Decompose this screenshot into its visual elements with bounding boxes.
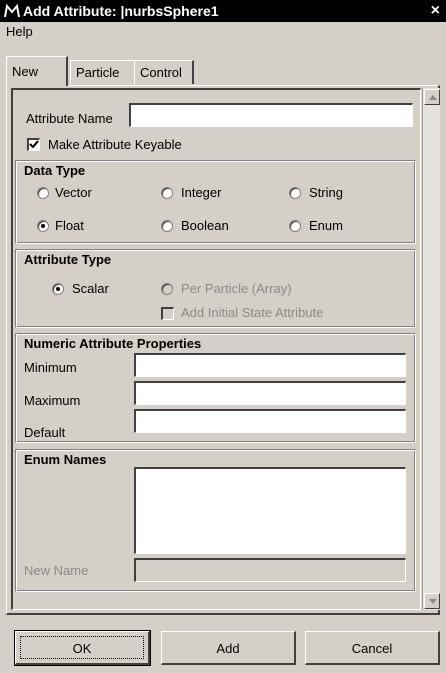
radio-scalar-label: Scalar xyxy=(72,281,109,296)
tab-label: New xyxy=(12,64,39,79)
add-button[interactable]: Add xyxy=(161,631,296,665)
radio-float[interactable] xyxy=(37,220,49,232)
radio-vector[interactable] xyxy=(37,187,49,199)
radio-boolean[interactable] xyxy=(161,220,173,232)
radio-integer-label: Integer xyxy=(181,185,222,200)
maya-app-icon xyxy=(4,3,20,18)
radio-vector-label: Vector xyxy=(55,185,92,200)
arrow-down-icon xyxy=(429,599,437,604)
tab-particle[interactable]: Particle xyxy=(70,60,136,84)
tab-label: Particle xyxy=(76,65,120,80)
enum-names-title: Enum Names xyxy=(24,452,107,467)
menu-help[interactable]: Help xyxy=(6,24,33,39)
radio-float-label: Float xyxy=(55,218,84,233)
radio-scalar[interactable] xyxy=(52,283,64,295)
ok-button[interactable]: OK xyxy=(14,630,151,666)
menu-bar: Help xyxy=(0,22,446,42)
minimum-label: Minimum xyxy=(24,360,77,375)
tab-control[interactable]: Control xyxy=(134,60,194,84)
radio-enum-label: Enum xyxy=(309,218,343,233)
attribute-name-input[interactable] xyxy=(129,103,413,127)
window-title: Add Attribute: |nurbsSphere1 xyxy=(23,3,219,19)
new-name-label: New Name xyxy=(24,563,89,578)
attribute-type-title: Attribute Type xyxy=(24,252,112,267)
radio-per-particle[interactable] xyxy=(161,283,173,295)
vertical-scrollbar[interactable] xyxy=(422,88,440,610)
maximum-input[interactable] xyxy=(134,381,406,405)
default-input[interactable] xyxy=(134,409,406,433)
add-label: Add xyxy=(216,641,240,656)
cancel-label: Cancel xyxy=(351,641,393,656)
checkmark-icon xyxy=(29,140,39,149)
tab-strip: New Particle Control xyxy=(6,56,436,88)
arrow-up-icon xyxy=(429,95,437,100)
cancel-button[interactable]: Cancel xyxy=(305,631,440,665)
tab-label: Control xyxy=(140,65,182,80)
scroll-up-button[interactable] xyxy=(424,89,440,105)
attribute-name-label: Attribute Name xyxy=(26,111,113,126)
data-type-title: Data Type xyxy=(24,163,86,178)
keyable-label: Make Attribute Keyable xyxy=(48,137,182,152)
minimum-input[interactable] xyxy=(134,353,406,377)
radio-string[interactable] xyxy=(289,187,301,199)
radio-per-particle-label: Per Particle (Array) xyxy=(181,281,292,296)
radio-string-label: String xyxy=(309,185,343,200)
radio-integer[interactable] xyxy=(161,187,173,199)
new-name-input[interactable] xyxy=(134,558,406,582)
focus-ring xyxy=(20,636,144,659)
numeric-properties-title: Numeric Attribute Properties xyxy=(24,336,202,351)
maximum-label: Maximum xyxy=(24,393,81,408)
initial-state-label: Add Initial State Attribute xyxy=(181,305,324,320)
title-bar: Add Attribute: |nurbsSphere1 × xyxy=(0,0,446,22)
radio-boolean-label: Boolean xyxy=(181,218,229,233)
initial-state-checkbox[interactable] xyxy=(161,307,174,320)
keyable-checkbox[interactable] xyxy=(27,138,40,151)
scroll-down-button[interactable] xyxy=(424,593,440,609)
tab-new[interactable]: New xyxy=(6,56,68,86)
radio-enum[interactable] xyxy=(289,220,301,232)
default-label: Default xyxy=(24,425,66,440)
enum-names-list[interactable] xyxy=(134,467,406,554)
close-icon[interactable]: × xyxy=(431,1,440,21)
